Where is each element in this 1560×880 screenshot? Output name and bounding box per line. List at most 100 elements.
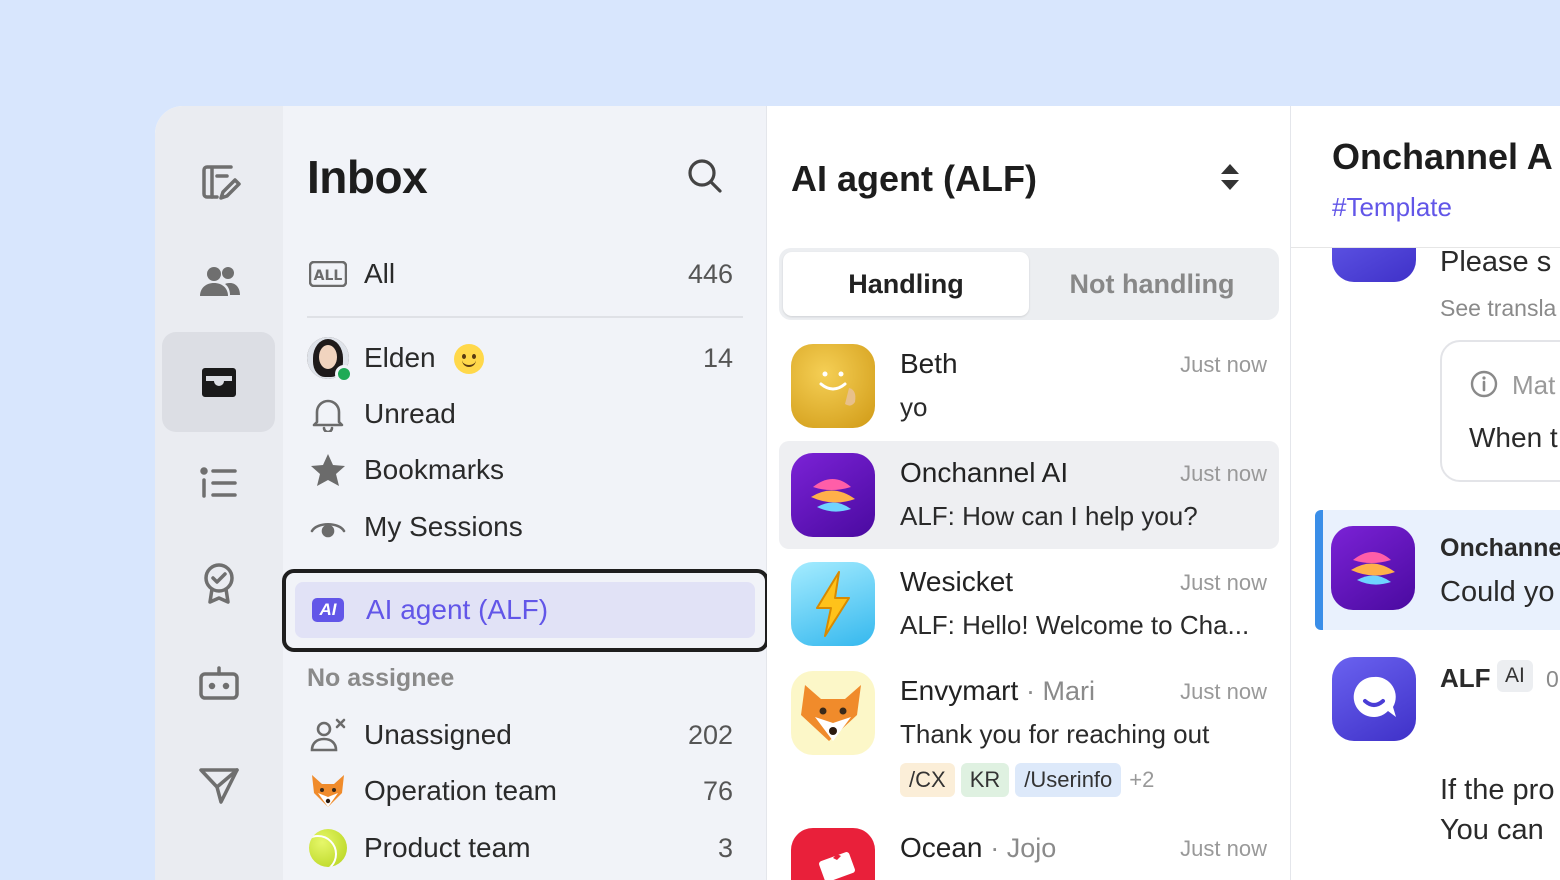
- notice-card: Mat When t: [1440, 340, 1560, 482]
- svg-text:ALL: ALL: [314, 268, 343, 284]
- conversation-name: Wesicket: [900, 566, 1014, 597]
- all-icon: ALL: [306, 252, 350, 296]
- sidebar-item-label: Unassigned: [364, 719, 512, 750]
- conversation-preview: ALF: How can I help you?: [900, 501, 1198, 531]
- message-text: You can: [1440, 814, 1544, 846]
- tag-chip[interactable]: /CX: [900, 763, 955, 797]
- rail-compose-button[interactable]: [162, 132, 275, 232]
- tab-handling[interactable]: Handling: [783, 252, 1029, 316]
- conversation-name: Onchannel AI: [900, 457, 1069, 488]
- sidebar-item-count: 76: [702, 775, 733, 806]
- sender-name: Onchanne: [1440, 534, 1560, 562]
- rail-send-button[interactable]: [162, 734, 275, 834]
- search-icon[interactable]: [685, 156, 725, 196]
- bell-icon: [306, 392, 350, 436]
- online-status-dot: [335, 365, 353, 383]
- sidebar-item-label: Product team: [364, 832, 531, 863]
- onchannel-avatar: [1331, 526, 1415, 610]
- avatar: [306, 336, 353, 383]
- tennis-ball-icon: [306, 826, 350, 870]
- sender-name: ALF: [1440, 663, 1491, 693]
- people-icon: [199, 267, 240, 296]
- sidebar-item-ai-agent[interactable]: AI AI agent (ALF): [295, 582, 755, 638]
- fox-icon: [306, 769, 350, 813]
- avatar: [791, 562, 875, 646]
- rail-inbox-button[interactable]: [162, 332, 275, 432]
- bot-icon: [198, 666, 239, 700]
- app-window: Inbox ALL All 446 Elden 14 Unread Bookma…: [155, 106, 1560, 880]
- tag-chip[interactable]: /Userinfo: [1015, 763, 1122, 797]
- rail-bot-button[interactable]: [162, 634, 275, 734]
- eye-icon: [306, 505, 350, 549]
- sidebar-item-all[interactable]: ALL All 446: [303, 248, 743, 300]
- message-text: If the pro: [1440, 774, 1555, 806]
- highlighted-message[interactable]: Onchanne Could yo: [1315, 510, 1560, 630]
- inbox-sidebar: Inbox ALL All 446 Elden 14 Unread Bookma…: [282, 106, 769, 880]
- tab-not-handling[interactable]: Not handling: [1029, 252, 1275, 316]
- handling-toggle: Handling Not handling: [779, 248, 1279, 320]
- sidebar-item-operation-team[interactable]: Operation team 76: [303, 765, 743, 817]
- sidebar-item-label: Unread: [364, 398, 456, 429]
- conversation-preview: Thank you for reaching out: [900, 719, 1210, 749]
- see-translation-link[interactable]: See transla: [1440, 295, 1556, 322]
- chat-panel: Onchannel A #Template Please s See trans…: [1291, 106, 1560, 880]
- conversation-item[interactable]: Beth Just now yo: [779, 332, 1279, 440]
- rail-list-button[interactable]: [162, 433, 275, 533]
- notice-title: Mat: [1512, 370, 1556, 400]
- sidebar-item-my-sessions[interactable]: My Sessions: [303, 501, 743, 553]
- tag-list: /CX KR /Userinfo +2: [900, 763, 1154, 797]
- conversation-name: Ocean · Jojo: [900, 832, 1057, 863]
- sidebar-item-count: 3: [717, 832, 733, 863]
- conversation-time: Just now: [1180, 679, 1267, 704]
- sidebar-item-label: Bookmarks: [364, 454, 505, 485]
- conversation-item[interactable]: Envymart · Mari Just now Thank you for r…: [779, 659, 1279, 809]
- star-icon: [306, 448, 350, 492]
- sidebar-item-count: 14: [702, 342, 733, 373]
- sidebar-divider: [307, 316, 743, 318]
- section-heading: No assignee: [307, 664, 455, 692]
- chat-template-tag[interactable]: #Template: [1332, 192, 1452, 223]
- conversation-item-selected[interactable]: Onchannel AI Just now ALF: How can I hel…: [779, 441, 1279, 549]
- message-text: Please s: [1440, 246, 1552, 278]
- sidebar-item-label: AI agent (ALF): [366, 594, 549, 625]
- message-text: Could yo: [1440, 576, 1555, 608]
- ai-badge-icon: AI: [312, 598, 344, 622]
- compose-icon: [201, 165, 241, 200]
- conversation-name: Envymart · Mari: [900, 675, 1096, 706]
- rail-badge-button[interactable]: [162, 533, 275, 633]
- sidebar-item-label: Elden: [364, 341, 436, 373]
- ai-label-chip: AI: [1497, 660, 1533, 692]
- left-rail: [155, 106, 283, 880]
- alf-avatar: [1332, 657, 1416, 741]
- sidebar-item-label: Operation team: [364, 775, 557, 806]
- person-x-icon: [306, 713, 350, 757]
- avatar: [791, 453, 875, 537]
- more-tags-count[interactable]: +2: [1129, 767, 1154, 793]
- list-title: AI agent (ALF): [791, 158, 1037, 199]
- conversation-list: AI agent (ALF) Handling Not handling Bet…: [767, 106, 1291, 880]
- tag-chip[interactable]: KR: [960, 763, 1010, 797]
- avatar: [791, 828, 875, 880]
- conversation-item[interactable]: Wesicket Just now ALF: Hello! Welcome to…: [779, 550, 1279, 658]
- sidebar-item-count: 202: [687, 719, 733, 750]
- conversation-preview: yo: [900, 392, 928, 422]
- inbox-icon: [201, 368, 236, 397]
- conversation-item[interactable]: Ocean · Jojo Just now: [779, 816, 1279, 880]
- conversation-preview: ALF: Hello! Welcome to Cha...: [900, 610, 1250, 640]
- sidebar-item-unassigned[interactable]: Unassigned 202: [303, 709, 743, 761]
- conversation-time: Just now: [1180, 836, 1267, 861]
- sidebar-item-count: 446: [687, 258, 733, 289]
- sidebar-item-label: All: [364, 258, 396, 289]
- sort-chevrons-icon[interactable]: [1217, 162, 1243, 192]
- sidebar-item-unread[interactable]: Unread: [303, 388, 743, 440]
- sidebar-item-product-team[interactable]: Product team 3: [303, 822, 743, 874]
- sidebar-item-elden[interactable]: Elden 14: [303, 332, 743, 384]
- conversation-time: Just now: [1180, 461, 1267, 486]
- rail-contacts-button[interactable]: [162, 232, 275, 332]
- notice-body: When t: [1469, 422, 1558, 453]
- smile-emoji-icon: [453, 344, 484, 375]
- conversation-time: Just now: [1180, 352, 1267, 377]
- sidebar-title: Inbox: [307, 151, 428, 203]
- chat-header: Onchannel A #Template: [1291, 106, 1560, 248]
- sidebar-item-bookmarks[interactable]: Bookmarks: [303, 444, 743, 496]
